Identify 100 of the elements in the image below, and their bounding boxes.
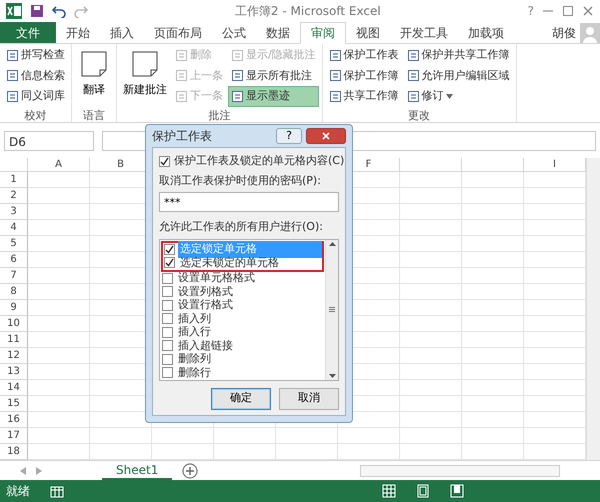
grid-cell[interactable] xyxy=(400,364,462,380)
grid-cell[interactable] xyxy=(524,380,586,396)
grid-cell[interactable] xyxy=(400,348,462,364)
grid-cell[interactable] xyxy=(400,444,462,460)
checkbox[interactable] xyxy=(164,244,175,255)
grid-cell[interactable] xyxy=(214,444,276,460)
ribbon-tab[interactable]: 审阅 xyxy=(300,22,346,44)
password-field[interactable]: *** xyxy=(159,192,339,212)
list-scrollbar[interactable] xyxy=(325,240,338,380)
grid-cell[interactable] xyxy=(400,316,462,332)
grid-cell[interactable] xyxy=(276,428,338,444)
row-header[interactable]: 15 xyxy=(0,396,28,412)
column-header[interactable]: I xyxy=(524,158,586,172)
checkbox[interactable] xyxy=(162,354,173,365)
ribbon-button[interactable]: 保护工作表 xyxy=(326,46,401,64)
grid-cell[interactable] xyxy=(524,284,586,300)
checkbox[interactable] xyxy=(159,156,170,167)
grid-cell[interactable] xyxy=(400,428,462,444)
grid-cell[interactable] xyxy=(524,444,586,460)
save-icon[interactable] xyxy=(30,4,44,18)
vertical-scrollbar[interactable] xyxy=(586,158,600,460)
help-button[interactable]: ? xyxy=(276,128,302,144)
row-header[interactable]: 18 xyxy=(0,444,28,460)
row-header[interactable]: 12 xyxy=(0,348,28,364)
grid-cell[interactable] xyxy=(524,316,586,332)
ribbon-tab[interactable]: 插入 xyxy=(100,22,144,43)
grid-cell[interactable] xyxy=(28,380,90,396)
scroll-up-icon[interactable] xyxy=(328,242,336,246)
scroll-down-icon[interactable] xyxy=(328,374,336,378)
ribbon-button[interactable]: 翻译 xyxy=(76,46,112,108)
row-header[interactable]: 2 xyxy=(0,188,28,204)
list-item[interactable]: 设置行格式 xyxy=(176,297,235,314)
grid-cell[interactable] xyxy=(524,364,586,380)
ok-button[interactable]: 确定 xyxy=(211,388,271,410)
ribbon-button[interactable]: 信息检索 xyxy=(4,66,67,85)
grid-cell[interactable] xyxy=(462,348,524,364)
grid-cell[interactable] xyxy=(524,252,586,268)
grid-cell[interactable] xyxy=(28,188,90,204)
grid-cell[interactable] xyxy=(462,188,524,204)
ribbon-tab[interactable]: 数据 xyxy=(256,22,300,43)
ribbon-button[interactable]: 修订 xyxy=(404,87,512,106)
grid-cell[interactable] xyxy=(524,172,586,188)
ribbon-button[interactable]: 显示墨迹 xyxy=(229,87,318,106)
grid-cell[interactable] xyxy=(152,428,214,444)
checkbox[interactable] xyxy=(162,286,173,298)
close-icon[interactable] xyxy=(582,5,594,17)
grid-cell[interactable] xyxy=(462,204,524,220)
grid-cell[interactable] xyxy=(400,396,462,412)
ribbon-tab[interactable]: 视图 xyxy=(346,22,390,43)
checkbox[interactable] xyxy=(162,300,173,311)
user-name[interactable]: 胡俊 xyxy=(552,24,576,42)
list-item[interactable]: 设置列格式 xyxy=(176,284,235,300)
horizontal-scrollbar[interactable] xyxy=(360,464,560,476)
list-item[interactable]: 删除行 xyxy=(176,364,213,380)
list-item[interactable]: 选定未锁定的单元格 xyxy=(178,254,281,271)
select-all-corner[interactable] xyxy=(0,158,28,172)
grid-cell[interactable] xyxy=(400,220,462,236)
grid-cell[interactable] xyxy=(90,428,152,444)
grid-cell[interactable] xyxy=(524,396,586,412)
grid-cell[interactable] xyxy=(28,396,90,412)
grid-cell[interactable] xyxy=(462,444,524,460)
grid-cell[interactable] xyxy=(28,172,90,188)
page-layout-view-icon[interactable] xyxy=(416,484,430,498)
grid-cell[interactable] xyxy=(400,380,462,396)
row-header[interactable]: 14 xyxy=(0,380,28,396)
list-item[interactable]: 插入列 xyxy=(176,310,213,327)
ribbon-tab[interactable]: 公式 xyxy=(212,22,256,43)
grid-cell[interactable] xyxy=(28,236,90,252)
row-header[interactable]: 10 xyxy=(0,316,28,332)
add-sheet-icon[interactable] xyxy=(182,462,198,478)
page-break-view-icon[interactable] xyxy=(450,484,464,498)
list-item[interactable]: 插入行 xyxy=(176,324,213,340)
grid-cell[interactable] xyxy=(400,284,462,300)
grid-cell[interactable] xyxy=(400,412,462,428)
grid-cell[interactable] xyxy=(28,316,90,332)
grid-cell[interactable] xyxy=(524,332,586,348)
grid-cell[interactable] xyxy=(276,444,338,460)
row-header[interactable]: 5 xyxy=(0,236,28,252)
grid-cell[interactable] xyxy=(338,428,400,444)
ribbon-button[interactable]: 共享工作簿 xyxy=(326,87,401,106)
grid-cell[interactable] xyxy=(462,220,524,236)
undo-icon[interactable] xyxy=(52,4,66,18)
grid-cell[interactable] xyxy=(462,396,524,412)
scroll-left-icon[interactable] xyxy=(20,466,26,474)
grid-cell[interactable] xyxy=(524,268,586,284)
grid-cell[interactable] xyxy=(462,316,524,332)
grid-cell[interactable] xyxy=(400,268,462,284)
grid-cell[interactable] xyxy=(400,204,462,220)
grid-cell[interactable] xyxy=(462,284,524,300)
grid-cell[interactable] xyxy=(400,172,462,188)
grid-cell[interactable] xyxy=(462,380,524,396)
checkbox[interactable] xyxy=(164,257,175,268)
help-button[interactable]: ? xyxy=(528,2,534,20)
grid-cell[interactable] xyxy=(462,252,524,268)
row-header[interactable]: 4 xyxy=(0,220,28,236)
ribbon-button[interactable]: 拼写检查 xyxy=(4,46,67,64)
checkbox[interactable] xyxy=(162,326,173,338)
excel-logo-icon[interactable] xyxy=(6,3,22,19)
name-box[interactable]: D6 xyxy=(4,130,94,150)
grid-cell[interactable] xyxy=(28,268,90,284)
